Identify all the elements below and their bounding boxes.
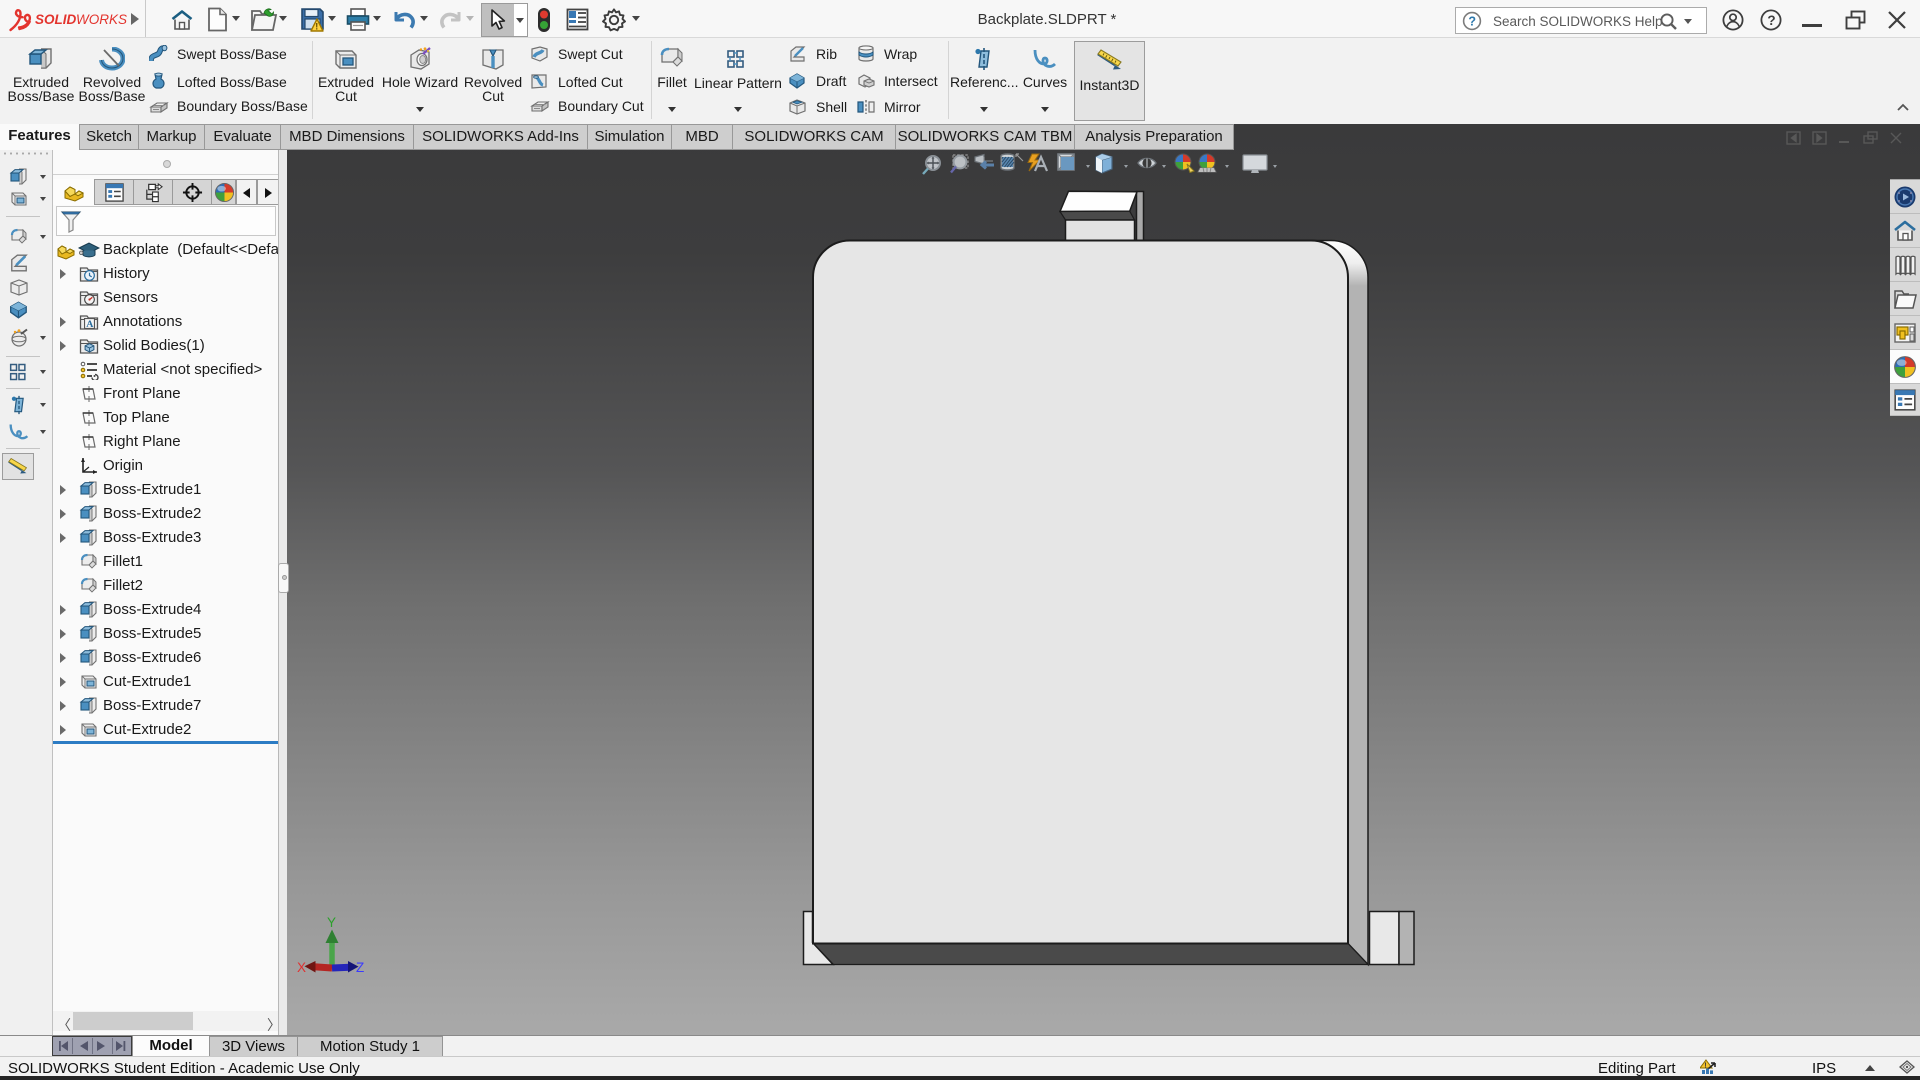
svg-text:!: ! — [315, 22, 318, 32]
svg-text:WORKS: WORKS — [76, 12, 127, 27]
svg-text:?: ? — [1767, 13, 1775, 28]
svg-text:SOLID: SOLID — [35, 12, 77, 27]
svg-text:X: X — [297, 960, 306, 975]
svg-text:Z: Z — [356, 960, 364, 975]
svg-text:Y: Y — [327, 915, 336, 930]
svg-text:!: ! — [1704, 1062, 1706, 1069]
svg-text:?: ? — [1468, 14, 1476, 28]
